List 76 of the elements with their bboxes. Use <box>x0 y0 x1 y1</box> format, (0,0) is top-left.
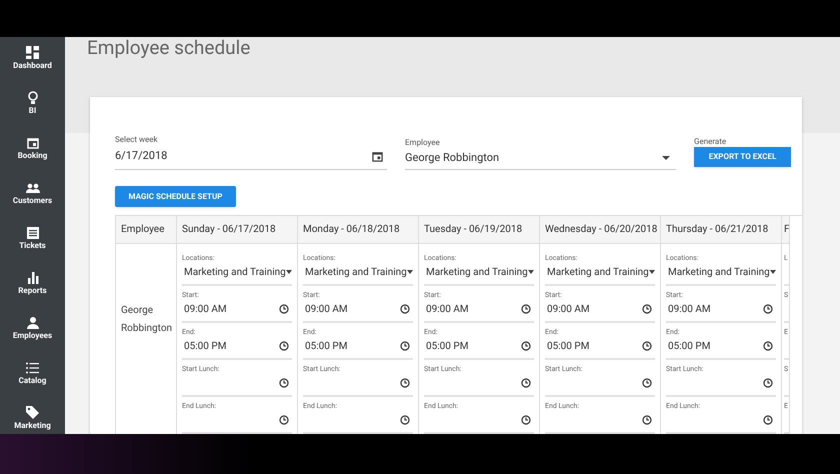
dropdown-caret-icon[interactable] <box>528 270 534 274</box>
sidebar-item[interactable]: Customers <box>12 196 52 206</box>
sidebar-item[interactable]: Marketing <box>14 421 51 431</box>
field-value: Marketing and Training <box>184 266 286 280</box>
dropdown-caret-icon[interactable] <box>648 270 655 274</box>
dropdown-caret-icon <box>662 156 670 160</box>
field-value: 05:00 PM <box>184 340 226 354</box>
clock-icon[interactable] <box>642 304 652 314</box>
employee-name: George Robbington <box>121 304 171 336</box>
clock-icon[interactable] <box>521 341 531 351</box>
field-value: Marketing and Training <box>547 266 649 280</box>
clock-icon[interactable] <box>279 415 289 425</box>
field-value: 05:00 PM <box>547 340 590 354</box>
clock-icon[interactable] <box>642 341 652 351</box>
clock-icon[interactable] <box>279 304 289 314</box>
clock-icon[interactable] <box>279 341 289 351</box>
field-value: Marketing and Training <box>668 266 770 280</box>
clock-icon[interactable] <box>763 378 773 388</box>
sidebar-item[interactable]: Catalog <box>18 376 46 386</box>
field-value: 05:00 PM <box>305 340 348 354</box>
field-value: 05:00 PM <box>668 340 710 354</box>
clock-icon[interactable] <box>400 378 410 388</box>
field-value: Marketing and Training <box>305 266 407 280</box>
field-value: George Robbington <box>405 150 500 166</box>
dashboard-icon[interactable] <box>26 45 39 60</box>
sidebar-item[interactable]: Reports <box>18 286 47 296</box>
sidebar-item[interactable]: BI <box>28 106 36 116</box>
clock-icon[interactable] <box>400 304 410 314</box>
clock-icon[interactable] <box>400 415 410 425</box>
sidebar-item[interactable]: Employees <box>12 331 52 341</box>
person-icon[interactable] <box>26 315 38 330</box>
employee-select[interactable]: Employee George Robbington <box>405 138 676 170</box>
bulb-icon[interactable] <box>28 90 38 105</box>
clock-icon[interactable] <box>279 378 289 388</box>
sidebar-item[interactable]: Tickets <box>19 241 46 251</box>
field-value: 09:00 AM <box>668 302 711 316</box>
column-header: Wednesday - 06/20/2018 <box>545 223 658 237</box>
column-header: Employee <box>121 223 164 237</box>
dropdown-caret-icon[interactable] <box>286 270 292 274</box>
sidebar-item[interactable]: Dashboard <box>13 61 52 71</box>
clock-icon[interactable] <box>642 415 652 425</box>
calendar-icon[interactable] <box>372 150 383 162</box>
week-field[interactable]: Select week 6/17/2018 <box>115 135 387 170</box>
field-value: 09:00 AM <box>184 302 227 316</box>
clock-icon[interactable] <box>521 415 531 425</box>
clock-icon[interactable] <box>521 304 531 314</box>
sidebar-item[interactable]: Booking <box>18 151 48 161</box>
clock-icon[interactable] <box>763 304 773 314</box>
clock-icon[interactable] <box>521 378 531 388</box>
page-title: Employee schedule <box>87 37 250 58</box>
field-value: 05:00 PM <box>426 340 468 354</box>
list-icon[interactable] <box>26 360 39 375</box>
column-header: Monday - 06/18/2018 <box>303 223 400 237</box>
field-value: 6/17/2018 <box>115 148 168 164</box>
clock-icon[interactable] <box>763 415 773 425</box>
list-icon[interactable] <box>26 225 38 240</box>
column-header: F <box>784 223 789 237</box>
field-label: Generate <box>694 137 728 147</box>
clock-icon[interactable] <box>400 341 410 351</box>
export-button[interactable]: EXPORT TO EXCEL <box>694 147 791 167</box>
column-header: Sunday - 06/17/2018 <box>182 223 276 237</box>
field-value: 09:00 AM <box>426 302 469 316</box>
clock-icon[interactable] <box>642 378 652 388</box>
field-label: Select week <box>115 135 159 145</box>
tag-icon[interactable] <box>26 405 39 420</box>
dropdown-caret-icon[interactable] <box>770 270 776 274</box>
dropdown-caret-icon[interactable] <box>406 270 413 274</box>
column-header: Thursday - 06/21/2018 <box>666 223 768 237</box>
field-value: 09:00 AM <box>547 302 590 316</box>
clock-icon[interactable] <box>763 341 773 351</box>
bar-chart-icon[interactable] <box>26 270 38 285</box>
field-value: Marketing and Training <box>426 266 528 280</box>
column-header: Tuesday - 06/19/2018 <box>424 223 522 237</box>
field-value: 09:00 AM <box>305 302 348 316</box>
magic-schedule-button[interactable]: MAGIC SCHEDULE SETUP <box>115 186 236 207</box>
field-label: Employee <box>405 138 441 148</box>
